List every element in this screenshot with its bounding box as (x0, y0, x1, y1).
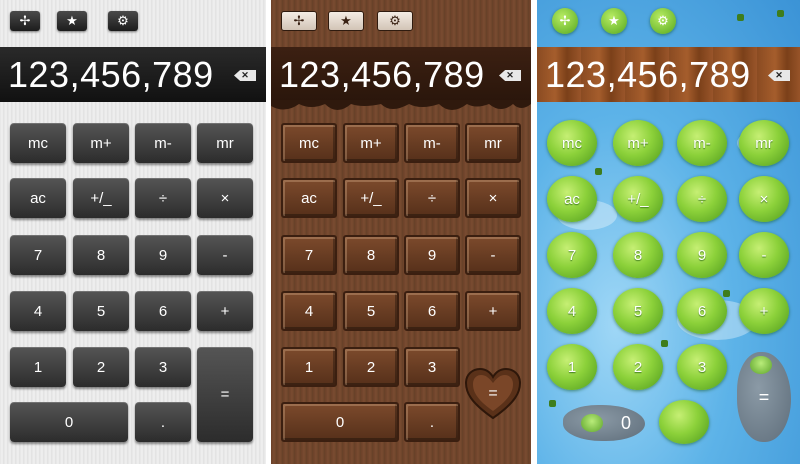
digit-8-button[interactable]: 8 (613, 232, 663, 278)
digit-1-button[interactable]: 1 (10, 347, 66, 387)
divide-button[interactable]: ÷ (404, 178, 460, 218)
star-icon[interactable]: ★ (328, 11, 364, 31)
minus-button[interactable]: - (739, 232, 789, 278)
calculator-pond-theme: ✢ ★ ⚙ 123,456,789 ✕ mc m+ m- mr ac +/_ ÷… (537, 0, 800, 464)
digit-3-button[interactable]: 3 (677, 344, 727, 390)
frog-decoration (581, 414, 603, 432)
digit-3-button[interactable]: 3 (135, 347, 191, 387)
digit-5-button[interactable]: 5 (613, 288, 663, 334)
digit-9-button[interactable]: 9 (404, 235, 460, 275)
multiply-button[interactable]: × (465, 178, 521, 218)
gear-icon[interactable]: ⚙ (377, 11, 413, 31)
chocolate-drips (271, 100, 531, 110)
flower-decoration (549, 400, 556, 407)
display-value: 123,456,789 (545, 53, 751, 95)
plus-minus-button[interactable]: +/_ (613, 176, 663, 222)
equals-label: = (488, 385, 497, 402)
mr-button[interactable]: mr (739, 120, 789, 166)
multiply-button[interactable]: × (197, 178, 253, 218)
mc-button[interactable]: mc (547, 120, 597, 166)
move-icon[interactable]: ✢ (552, 8, 578, 34)
plus-minus-button[interactable]: +/_ (73, 178, 129, 218)
decimal-button[interactable]: . (404, 402, 460, 442)
display-value: 123,456,789 (279, 53, 485, 95)
backspace-button[interactable]: ✕ (234, 70, 256, 81)
mc-button[interactable]: mc (10, 123, 66, 163)
flower-decoration (723, 290, 730, 297)
backspace-button[interactable]: ✕ (499, 70, 521, 81)
minus-button[interactable]: - (465, 235, 521, 275)
flower-decoration (777, 10, 784, 17)
ac-button[interactable]: ac (547, 176, 597, 222)
plus-button[interactable]: + (739, 288, 789, 334)
digit-7-button[interactable]: 7 (547, 232, 597, 278)
digit-9-button[interactable]: 9 (677, 232, 727, 278)
digit-8-button[interactable]: 8 (343, 235, 399, 275)
display: 123,456,789 ✕ (537, 47, 800, 102)
m-plus-button[interactable]: m+ (343, 123, 399, 163)
mr-button[interactable]: mr (197, 123, 253, 163)
digit-1-button[interactable]: 1 (281, 347, 337, 387)
equals-heart-button[interactable]: = (464, 366, 522, 424)
calculator-silver-theme: ✢ ★ ⚙ 123,456,789 ✕ mc m+ m- mr ac +/_ ÷… (0, 0, 266, 464)
divide-button[interactable]: ÷ (135, 178, 191, 218)
mc-button[interactable]: mc (281, 123, 337, 163)
digit-0-button[interactable]: 0 (281, 402, 399, 442)
move-icon[interactable]: ✢ (10, 11, 40, 31)
divide-button[interactable]: ÷ (677, 176, 727, 222)
m-plus-button[interactable]: m+ (73, 123, 129, 163)
digit-4-button[interactable]: 4 (547, 288, 597, 334)
m-plus-button[interactable]: m+ (613, 120, 663, 166)
digit-5-button[interactable]: 5 (73, 291, 129, 331)
digit-8-button[interactable]: 8 (73, 235, 129, 275)
flower-decoration (661, 340, 668, 347)
ac-button[interactable]: ac (281, 178, 337, 218)
star-icon[interactable]: ★ (57, 11, 87, 31)
digit-3-button[interactable]: 3 (404, 347, 460, 387)
digit-6-button[interactable]: 6 (677, 288, 727, 334)
digit-6-button[interactable]: 6 (135, 291, 191, 331)
digit-7-button[interactable]: 7 (281, 235, 337, 275)
digit-2-button[interactable]: 2 (73, 347, 129, 387)
gear-icon[interactable]: ⚙ (108, 11, 138, 31)
backspace-button[interactable]: ✕ (768, 70, 790, 81)
star-icon[interactable]: ★ (601, 8, 627, 34)
gear-icon[interactable]: ⚙ (650, 8, 676, 34)
m-minus-button[interactable]: m- (135, 123, 191, 163)
m-minus-button[interactable]: m- (404, 123, 460, 163)
calculator-chocolate-theme: ✢ ★ ⚙ 123,456,789 ✕ mc m+ m- mr ac +/_ ÷… (271, 0, 531, 464)
frog-decoration (750, 356, 772, 374)
plus-button[interactable]: + (197, 291, 253, 331)
plus-button[interactable]: + (465, 291, 521, 331)
digit-2-button[interactable]: 2 (343, 347, 399, 387)
display: 123,456,789 ✕ (0, 47, 266, 102)
equals-button[interactable]: = (197, 347, 253, 442)
digit-5-button[interactable]: 5 (343, 291, 399, 331)
display: 123,456,789 ✕ (271, 47, 531, 102)
move-icon[interactable]: ✢ (281, 11, 317, 31)
flower-decoration (737, 14, 744, 21)
digit-4-button[interactable]: 4 (281, 291, 337, 331)
display-value: 123,456,789 (8, 53, 214, 95)
minus-button[interactable]: - (197, 235, 253, 275)
digit-6-button[interactable]: 6 (404, 291, 460, 331)
digit-1-button[interactable]: 1 (547, 344, 597, 390)
multiply-button[interactable]: × (739, 176, 789, 222)
decimal-button[interactable]: . (659, 400, 709, 444)
decimal-button[interactable]: . (135, 402, 191, 442)
digit-2-button[interactable]: 2 (613, 344, 663, 390)
flower-decoration (595, 168, 602, 175)
digit-0-button[interactable]: 0 (10, 402, 128, 442)
digit-0-rock-button[interactable]: 0 (563, 405, 645, 441)
m-minus-button[interactable]: m- (677, 120, 727, 166)
ac-button[interactable]: ac (10, 178, 66, 218)
digit-7-button[interactable]: 7 (10, 235, 66, 275)
mr-button[interactable]: mr (465, 123, 521, 163)
digit-9-button[interactable]: 9 (135, 235, 191, 275)
plus-minus-button[interactable]: +/_ (343, 178, 399, 218)
digit-4-button[interactable]: 4 (10, 291, 66, 331)
